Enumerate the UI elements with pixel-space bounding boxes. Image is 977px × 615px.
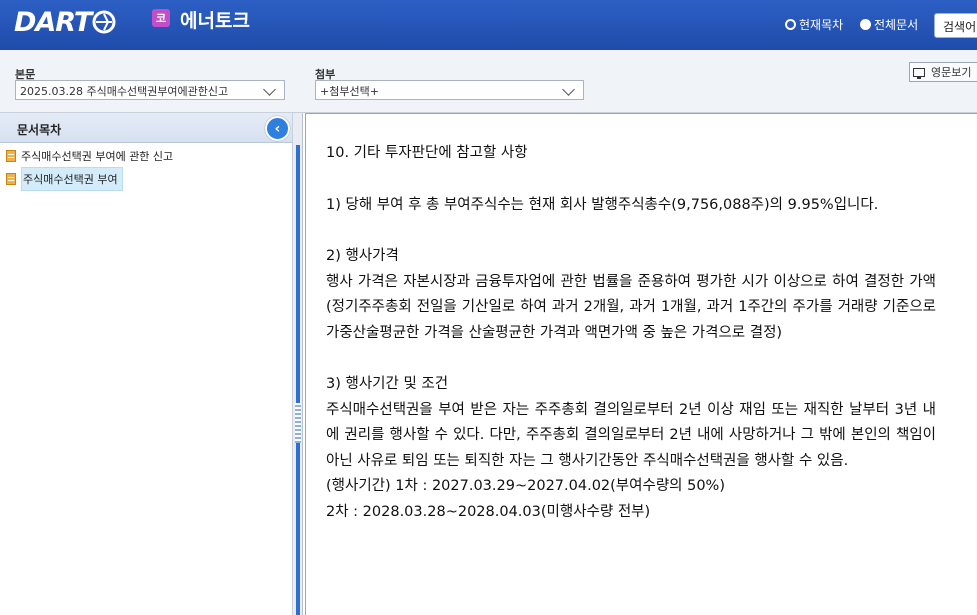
company-name: 에너토크 [180, 10, 250, 32]
toc-title: 문서목차 [17, 123, 62, 137]
attach-select-value: +첨부선택+ [320, 85, 379, 98]
document-body: 10. 기타 투자판단에 참고할 사항 1) 당해 부여 후 총 부여주식수는 … [326, 141, 936, 525]
logo-globe-icon [92, 10, 116, 34]
chevron-down-icon [263, 83, 276, 96]
exercise-period-2: 2차 : 2028.03.28~2028.04.03(미행사수량 전부) [326, 503, 651, 520]
body-select-value: 2025.03.28 주식매수선택권부여에관한신고 [20, 85, 229, 98]
panel-splitter[interactable] [293, 113, 303, 615]
radio-current-toc-label: 현재목차 [799, 18, 844, 32]
splitter-grip-handle[interactable] [295, 403, 301, 443]
item-1-text: 1) 당해 부여 후 총 부여주식수는 현재 회사 발행주식총수(9,756,0… [326, 196, 879, 213]
toc-sidebar: 문서목차 ‹ 주식매수선택권 부여에 관한 신고 주식매수선택권 부여 [0, 113, 293, 615]
body-select[interactable]: 2025.03.28 주식매수선택권부여에관한신고 [15, 80, 285, 100]
section-heading: 10. 기타 투자판단에 참고할 사항 [326, 145, 528, 161]
toc-item-grant[interactable]: 주식매수선택권 부여 [6, 167, 123, 191]
chevron-left-icon: ‹ [274, 120, 281, 137]
english-view-button[interactable]: 영문보기 [909, 62, 977, 82]
item-2-body: 행사 가격은 자본시장과 금융투자업에 관한 법률을 준용하여 평가한 시가 이… [326, 273, 936, 341]
splitter-track [296, 145, 300, 615]
toc-item-label: 주식매수선택권 부여에 관한 신고 [21, 150, 174, 163]
chevron-down-icon [562, 83, 575, 96]
document-viewer: 10. 기타 투자판단에 참고할 사항 1) 당해 부여 후 총 부여주식수는 … [305, 113, 977, 615]
toc-header: 문서목차 ‹ [0, 113, 292, 143]
toc-item-report[interactable]: 주식매수선택권 부여에 관한 신고 [6, 146, 173, 166]
radio-whole-document-label: 전체문서 [874, 18, 919, 32]
company-type-badge: 코 [152, 9, 170, 27]
radio-whole-document[interactable]: 전체문서 [860, 16, 918, 33]
document-icon [6, 173, 16, 185]
logo-text: DART [14, 6, 92, 38]
item-3-body: 주식매수선택권을 부여 받은 자는 주주총회 결의일로부터 2년 이상 재임 또… [326, 401, 936, 469]
attach-select[interactable]: +첨부선택+ [315, 80, 584, 100]
item-3-title: 3) 행사기간 및 조건 [326, 376, 449, 392]
radio-circle-icon [785, 19, 796, 30]
toc-item-label: 주식매수선택권 부여 [21, 167, 123, 191]
collapse-sidebar-button[interactable]: ‹ [265, 116, 290, 141]
top-header: DART 코 에너토크 현재목차 전체문서 검색어 [0, 0, 977, 50]
dart-logo[interactable]: DART [14, 6, 116, 38]
radio-current-toc[interactable]: 현재목차 [785, 16, 843, 33]
monitor-icon [913, 67, 925, 79]
item-2-title: 2) 행사가격 [326, 248, 399, 264]
document-toolbar: 본문 2025.03.28 주식매수선택권부여에관한신고 첨부 +첨부선택+ 영… [0, 50, 977, 113]
search-input[interactable]: 검색어 [934, 13, 977, 38]
exercise-period-1: (행사기간) 1차 : 2027.03.29~2027.04.02(부여수량의 … [326, 478, 725, 494]
english-view-label: 영문보기 [931, 66, 972, 79]
radio-circle-icon [860, 19, 871, 30]
document-icon [6, 150, 16, 162]
